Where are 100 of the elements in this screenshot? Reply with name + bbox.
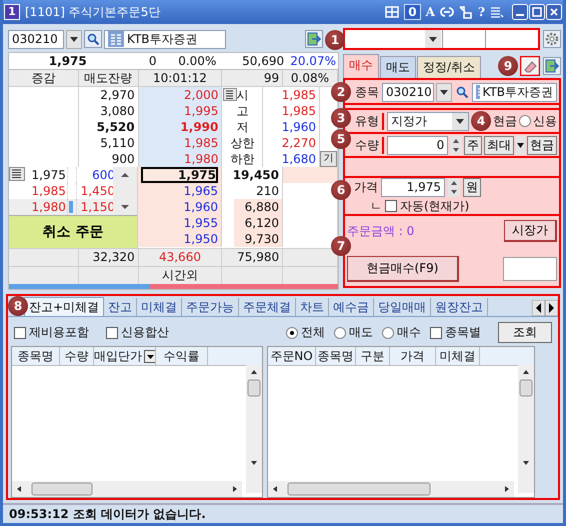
maximize-icon[interactable] [529,4,545,20]
stock-name-field[interactable]: KTB투자증권 [104,30,226,48]
scrollbar[interactable] [268,481,514,497]
dropdown-icon[interactable] [516,136,525,154]
callout-marker: 5 [331,129,351,149]
callout-marker: 8 [8,296,28,316]
quantity-field[interactable]: 0 [387,136,448,154]
tool-button[interactable]: ? [478,5,485,19]
tab[interactable]: 당일매매 [374,298,432,316]
daily-button[interactable]: 기 [320,151,337,167]
caret-icon [456,118,464,124]
column-header: 수익률 [164,348,200,364]
grid-icon[interactable] [385,6,400,18]
stock-name-field[interactable]: KTB투자증권 [472,82,557,102]
shares-button[interactable]: 주 [464,136,482,154]
close-icon[interactable] [546,4,562,20]
checkbox[interactable] [14,326,26,338]
price-field[interactable]: 1,975 [381,178,445,196]
tool-button[interactable]: 0 [404,4,421,20]
credit-label: 신용 [533,112,557,130]
cash-button[interactable]: 현금 [527,136,557,154]
cancel-order-button[interactable]: 취소 주문 [9,216,137,248]
scroll-right-icon[interactable] [545,300,558,316]
tab[interactable]: 잔고+미체결 [24,297,104,316]
ask-price: 1,980 [138,151,222,167]
export-icon[interactable] [543,57,561,75]
dropdown-button[interactable] [66,30,82,48]
account-field[interactable] [343,28,540,50]
column-header: 종목명 [18,348,54,364]
max-button[interactable]: 최대 [484,136,514,154]
search-icon[interactable] [454,84,470,100]
checkbox[interactable] [430,326,442,338]
ask-price: 1,990 [138,119,222,135]
tab[interactable]: 예수금 [329,298,374,316]
checkbox-label: 신용합산 [121,324,169,341]
column-header: 99 [222,70,284,87]
link-icon[interactable] [440,6,454,18]
radio-button[interactable] [286,326,298,338]
order-type-select[interactable]: 지정가 [387,112,469,130]
checkbox[interactable] [106,326,118,338]
app-icon: 1 [4,4,20,20]
code-field[interactable]: 030210 [382,82,434,102]
resize-icon[interactable] [458,6,473,18]
order-type-value: 지정가 [391,112,427,130]
tab[interactable]: 차트 [296,298,330,316]
column-header: 증감 [9,70,79,87]
export-icon[interactable] [305,30,323,48]
order-price[interactable]: 1,985 [28,183,66,199]
checkbox-label: 종목별 [445,324,481,341]
order-tab[interactable]: 매도 [380,56,416,78]
scroll-left-icon[interactable] [532,300,545,316]
tab[interactable]: 미체결 [137,298,182,316]
spinner-icon[interactable] [450,136,462,154]
tab[interactable]: 주문체결 [239,298,296,316]
tool-button[interactable]: A [426,5,435,19]
ask-price: 1,995 [138,103,222,119]
order-price[interactable]: 1,980 [28,199,66,215]
change-value: 0 [148,53,158,69]
scrollbar[interactable] [518,365,534,493]
volume-value: 50,690 [241,53,286,69]
settings-icon[interactable] [543,30,561,48]
minimize-icon[interactable] [512,4,528,20]
callout-marker: 1 [325,30,345,50]
credit-radio[interactable] [519,115,531,127]
dropdown-button[interactable] [436,82,452,102]
scrollbar[interactable] [246,365,262,493]
market-price-button[interactable]: 시장가 [504,220,557,242]
input-field[interactable] [503,257,557,281]
caret-icon [70,36,78,42]
eraser-icon[interactable] [520,56,540,76]
won-button[interactable]: 원 [463,178,481,196]
cash-buy-button[interactable]: 현금매수(F9) [347,256,459,282]
tab[interactable]: 잔고 [104,298,138,316]
scrollbar[interactable] [12,481,242,497]
tab[interactable]: 원장잔고 [431,298,488,316]
ask-price: 2,000 [138,87,222,103]
search-icon[interactable] [84,30,102,48]
order-tab[interactable]: 정정/취소 [417,56,482,78]
scrollbar[interactable] [113,167,137,215]
quantity-label: 수량 [354,136,384,154]
radio-button[interactable] [382,326,394,338]
auto-checkbox[interactable] [385,200,397,212]
column-header: 매도잔량 [78,70,139,87]
list-icon[interactable] [9,167,25,181]
code-field[interactable]: 030210 [8,30,64,48]
stock-icon [476,85,480,99]
radio-button[interactable] [334,326,346,338]
order-price[interactable]: 1,975 [28,167,66,183]
stock-name: KTB투자증권 [482,84,553,100]
caret-icon [429,36,437,42]
callout-marker: 4 [471,111,491,131]
stat-value: 1,985 [263,103,320,119]
list-icon[interactable] [223,88,238,101]
dropdown-icon[interactable] [144,350,155,362]
order-tab[interactable]: 매수 [343,54,379,78]
query-button[interactable]: 조회 [498,322,552,343]
spinner-icon[interactable] [448,178,460,196]
stat-label: 시 [236,87,248,103]
tab[interactable]: 주문가능 [182,298,240,316]
radio-label: 매수 [397,324,421,341]
